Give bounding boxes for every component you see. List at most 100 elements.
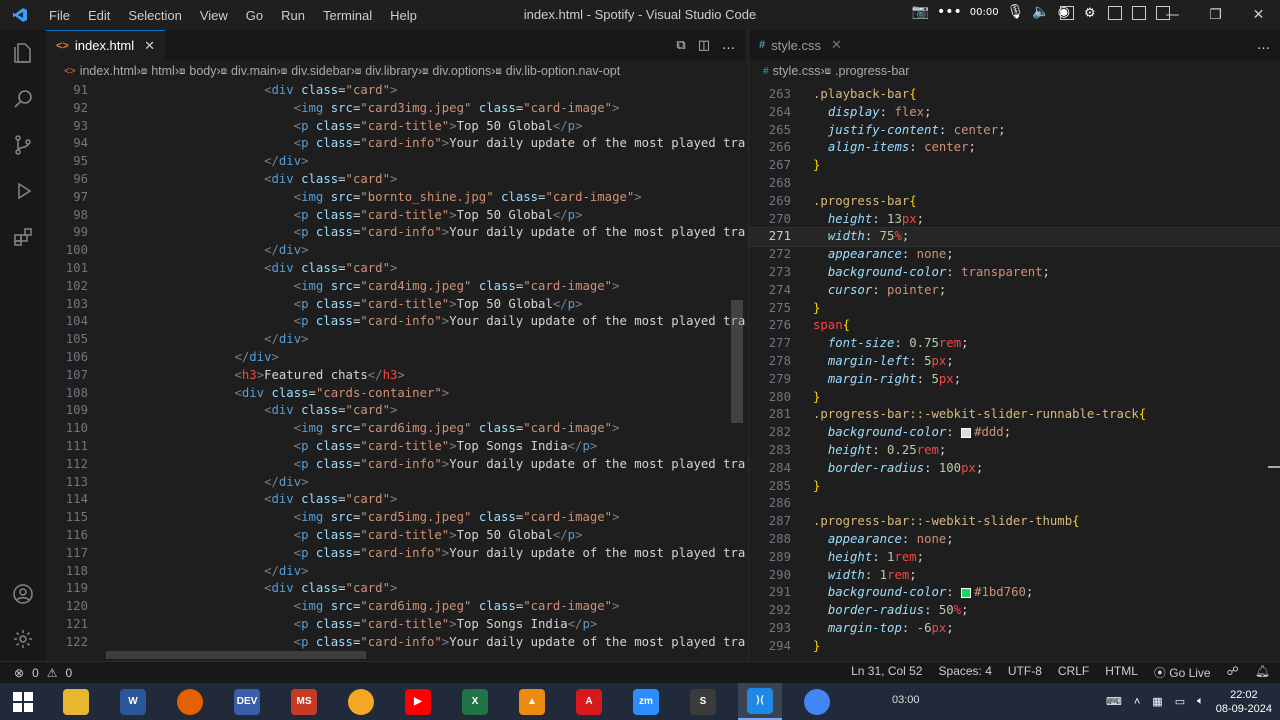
line-text: </div>	[88, 474, 308, 492]
encoding[interactable]: UTF-8	[1008, 664, 1042, 681]
menu-item-file[interactable]: File	[40, 8, 79, 23]
line-text: <img src="card6img.jpeg" class="card-ima…	[88, 598, 620, 616]
breadcrumb-item[interactable]: ⧈ body	[179, 64, 216, 78]
breadcrumb-item[interactable]: <> index.html	[64, 64, 137, 78]
color-swatch[interactable]	[961, 427, 972, 438]
code-token: >	[301, 563, 309, 578]
code-token: class	[315, 136, 353, 151]
youtube-taskbar-icon[interactable]: ▶	[396, 683, 440, 720]
explorer-icon[interactable]	[0, 30, 46, 76]
breadcrumb-item[interactable]: ⧈ div.sidebar	[281, 64, 351, 78]
acrobat-taskbar-icon[interactable]: A	[567, 683, 611, 720]
menu-item-terminal[interactable]: Terminal	[314, 8, 381, 23]
menu-item-selection[interactable]: Selection	[119, 8, 190, 23]
keyboard-icon[interactable]: ⌨	[1106, 695, 1122, 708]
volume-icon[interactable]: 🔈︎	[1197, 695, 1204, 708]
code-token: >	[449, 296, 457, 311]
sublime-taskbar-icon[interactable]: S	[681, 683, 725, 720]
manage-gear-icon[interactable]	[0, 616, 46, 662]
close-tab-icon[interactable]: ✕	[144, 38, 155, 54]
extensions-icon[interactable]	[0, 214, 46, 260]
excel-taskbar-icon[interactable]: X	[453, 683, 497, 720]
code-token: Your daily update of the most played tra…	[449, 456, 745, 471]
cursor-position[interactable]: Ln 31, Col 52	[851, 664, 922, 681]
go-live-button[interactable]: ⦿ Go Live	[1154, 664, 1211, 681]
vlc-taskbar-icon[interactable]: ▲	[510, 683, 554, 720]
vscode-taskbar-icon[interactable]: ⟩⟨	[738, 683, 782, 720]
code-token: =	[338, 83, 346, 97]
toggle-secondary-sidebar-icon[interactable]	[1132, 6, 1146, 20]
zoom-taskbar-icon[interactable]: zm	[624, 683, 668, 720]
more-actions-icon[interactable]: …	[1257, 38, 1270, 53]
code-token: :	[872, 282, 888, 297]
tab-style-css[interactable]: # style.css ✕	[749, 30, 852, 60]
tab-index-html[interactable]: <> index.html ✕	[46, 30, 166, 60]
speaker-icon[interactable]: 🔈	[1032, 4, 1049, 20]
color-swatch[interactable]	[961, 587, 972, 598]
code-area[interactable]: 91 <div class="card"> 92 <img src="card3i…	[46, 82, 745, 652]
code-token: >	[301, 332, 309, 347]
file-explorer-taskbar-icon[interactable]	[54, 683, 98, 720]
feedback-icon[interactable]: ☍	[1227, 664, 1239, 681]
line-text: .progress-bar::-webkit-slider-thumb{	[791, 513, 1080, 531]
menu-item-view[interactable]: View	[191, 8, 237, 23]
code-line: 275}	[749, 300, 1280, 318]
split-editor-icon[interactable]: ◫	[698, 38, 710, 53]
word-taskbar-icon[interactable]: W	[111, 683, 155, 720]
ms-project-taskbar-icon[interactable]: MS	[282, 683, 326, 720]
dev-cpp-taskbar-icon[interactable]: DEV	[225, 683, 269, 720]
more-actions-icon[interactable]: …	[722, 38, 735, 53]
breadcrumb-item[interactable]: ⧈ .progress-bar	[825, 64, 910, 78]
breadcrumb-item[interactable]: ⧈ div.lib-option.nav-opt	[495, 64, 620, 78]
breadcrumb-item[interactable]: ⧈ html	[141, 64, 175, 78]
code-line: 105 </div>	[46, 331, 745, 349]
settings-gear-icon[interactable]: ⚙	[1084, 6, 1098, 21]
minimize-icon[interactable]: —	[1151, 0, 1194, 30]
more-icon[interactable]: •••	[937, 4, 962, 20]
close-tab-icon[interactable]: ✕	[831, 37, 842, 53]
camera-icon[interactable]: 📷	[912, 4, 929, 20]
breadcrumb-item[interactable]: ⧈ div.options	[422, 64, 491, 78]
code-token: Top 50 Global	[456, 296, 553, 311]
open-preview-icon[interactable]: ⧉	[676, 38, 685, 53]
indentation[interactable]: Spaces: 4	[939, 664, 992, 681]
line-number: 114	[65, 492, 88, 507]
code-line: 95 </div>	[46, 153, 745, 171]
network-icon[interactable]: ▦	[1152, 695, 1162, 708]
code-token: 13	[887, 211, 902, 226]
chrome-taskbar-icon[interactable]	[795, 683, 839, 720]
menu-item-go[interactable]: Go	[237, 8, 272, 23]
menu-item-help[interactable]: Help	[381, 8, 426, 23]
search-icon[interactable]	[0, 76, 46, 122]
clock[interactable]: 22:02 08-09-2024	[1216, 688, 1272, 716]
microphone-icon[interactable]: 🎙	[1007, 4, 1025, 20]
run-debug-icon[interactable]	[0, 168, 46, 214]
source-control-icon[interactable]	[0, 122, 46, 168]
toggle-sidebar-icon[interactable]	[1108, 6, 1122, 20]
recorder-taskbar-icon[interactable]	[339, 683, 383, 720]
restore-icon[interactable]: ❐	[1194, 0, 1237, 30]
toggle-panel-icon[interactable]	[1060, 6, 1074, 20]
breadcrumb-item[interactable]: ⧈ div.main	[221, 64, 277, 78]
vertical-scrollbar[interactable]	[731, 300, 743, 423]
code-token: rem	[916, 442, 939, 457]
problems-indicator[interactable]: ⊗ 0 ⚠ 0	[0, 666, 72, 680]
file-type-icon: #	[763, 65, 769, 77]
menu-item-edit[interactable]: Edit	[79, 8, 119, 23]
windows-start-icon[interactable]	[0, 683, 46, 720]
code-area[interactable]: 263 .playback-bar{264 display: flex; 265 j…	[749, 86, 1280, 656]
breadcrumb-item[interactable]: # style.css	[763, 64, 821, 78]
close-icon[interactable]: ✕	[1237, 0, 1280, 30]
battery-icon[interactable]: ▭	[1175, 695, 1185, 708]
horizontal-scrollbar[interactable]	[106, 651, 366, 659]
language-mode[interactable]: HTML	[1105, 664, 1138, 681]
breadcrumb-item[interactable]: ⧈ div.library	[355, 64, 418, 78]
line-ending[interactable]: CRLF	[1058, 664, 1089, 681]
notifications-bell-icon[interactable]: 🔔︎	[1255, 664, 1270, 681]
menu-item-run[interactable]: Run	[272, 8, 314, 23]
firefox-taskbar-icon[interactable]	[168, 683, 212, 720]
chevron-up-icon[interactable]: ˄	[1134, 696, 1140, 708]
account-icon[interactable]	[0, 571, 46, 617]
code-token: "card"	[345, 260, 390, 275]
